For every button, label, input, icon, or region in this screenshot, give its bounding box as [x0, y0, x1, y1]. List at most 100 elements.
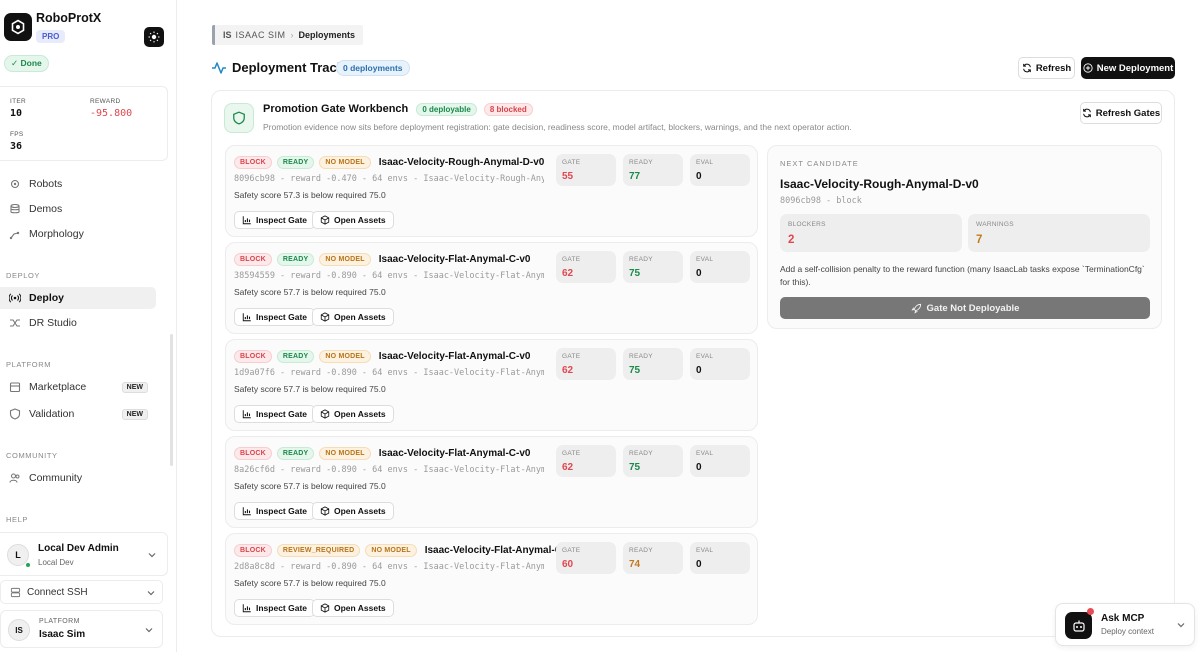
inspect-gate-button[interactable]: Inspect Gate	[234, 308, 316, 326]
sidebar-item-deploy[interactable]: Deploy	[0, 287, 156, 309]
ready-label: READY	[629, 450, 653, 457]
open-assets-label: Open Assets	[334, 506, 386, 516]
broadcast-icon	[9, 293, 21, 303]
shuffle-icon	[10, 319, 20, 327]
ready-value: 75	[629, 268, 641, 279]
ready-value: 75	[629, 462, 641, 473]
inspect-gate-label: Inspect Gate	[256, 312, 308, 322]
candidate-card[interactable]: BLOCK READY NO MODEL Isaac-Velocity-Flat-A…	[225, 339, 758, 431]
ready-tag: READY	[276, 253, 315, 266]
inspect-gate-button[interactable]: Inspect Gate	[234, 405, 316, 423]
ask-mcp-subtitle: Deploy context	[1101, 627, 1154, 636]
eval-value: 0	[696, 365, 702, 376]
sidebar-item-validation[interactable]: Validation NEW	[0, 403, 156, 425]
database-icon	[10, 203, 20, 214]
users-icon	[9, 473, 20, 483]
open-assets-button[interactable]: Open Assets	[312, 405, 394, 423]
platform-select[interactable]: IS PLATFORM Isaac Sim	[0, 610, 163, 648]
sidebar-item-marketplace[interactable]: Marketplace NEW	[0, 376, 156, 398]
inspect-gate-button[interactable]: Inspect Gate	[234, 211, 316, 229]
next-candidate-label: NEXT CANDIDATE	[780, 159, 859, 168]
breadcrumb-platform[interactable]: ISAAC SIM	[236, 30, 286, 40]
bar-chart-icon	[242, 410, 251, 419]
platform-label: PLATFORM	[39, 618, 80, 625]
open-assets-label: Open Assets	[334, 215, 386, 225]
gate-label: GATE	[562, 256, 581, 263]
connect-ssh-button[interactable]: Connect SSH	[0, 580, 163, 604]
iter-label: ITER	[10, 98, 27, 105]
refresh-button[interactable]: Refresh	[1018, 57, 1075, 79]
ready-label: READY	[629, 159, 653, 166]
ready-tag: READY	[276, 350, 315, 363]
server-icon	[10, 587, 21, 597]
inspect-gate-button[interactable]: Inspect Gate	[234, 502, 316, 520]
app-name: RoboProtX	[36, 11, 102, 25]
package-icon	[320, 409, 330, 419]
gate-metric: GATE 62	[556, 348, 616, 380]
open-assets-button[interactable]: Open Assets	[312, 599, 394, 617]
plus-circle-icon	[1083, 63, 1093, 73]
shield-icon	[9, 408, 21, 420]
sidebar-item-dr-studio[interactable]: DR Studio	[0, 312, 156, 334]
online-status-dot	[25, 562, 31, 568]
new-badge: NEW	[121, 408, 148, 420]
user-role: Local Dev	[38, 558, 74, 567]
bar-chart-icon	[242, 313, 251, 322]
package-icon	[320, 506, 330, 516]
eval-value: 0	[696, 462, 702, 473]
eval-metric: EVAL 0	[690, 542, 750, 574]
package-icon	[320, 312, 330, 322]
open-assets-button[interactable]: Open Assets	[312, 502, 394, 520]
user-name: Local Dev Admin	[38, 543, 119, 554]
sidebar-item-demos[interactable]: Demos	[0, 198, 156, 220]
inspect-gate-button[interactable]: Inspect Gate	[234, 599, 316, 617]
candidate-tags: BLOCK READY NO MODEL Isaac-Velocity-Rough-…	[234, 156, 544, 169]
candidate-name: Isaac-Velocity-Flat-Anymal-C-v0	[424, 545, 577, 556]
ready-value: 75	[629, 365, 641, 376]
candidate-safety: Safety score 57.7 is below required 75.0	[234, 578, 386, 588]
block-tag: BLOCK	[234, 156, 272, 169]
candidate-card[interactable]: BLOCK READY NO MODEL Isaac-Velocity-Flat-A…	[225, 242, 758, 334]
sidebar-scrollbar[interactable]	[170, 334, 173, 466]
chevron-down-icon	[147, 591, 155, 596]
open-assets-button[interactable]: Open Assets	[312, 308, 394, 326]
candidate-meta: 8a26cf6d - reward -0.890 - 64 envs - Isa…	[234, 465, 544, 475]
gear-icon	[10, 179, 20, 189]
refresh-gates-button[interactable]: Refresh Gates	[1080, 102, 1162, 124]
candidate-meta: 8096cb98 - reward -0.470 - 64 envs - Isa…	[234, 174, 544, 184]
inspect-gate-label: Inspect Gate	[256, 506, 308, 516]
app-logo-icon[interactable]	[4, 13, 32, 41]
ready-metric: READY 74	[623, 542, 683, 574]
theme-toggle-button[interactable]	[144, 27, 164, 47]
gate-value: 62	[562, 268, 574, 279]
activity-icon	[212, 62, 226, 74]
gate-metric: GATE 62	[556, 445, 616, 477]
refresh-gates-label: Refresh Gates	[1095, 107, 1161, 119]
candidate-card[interactable]: BLOCK READY NO MODEL Isaac-Velocity-Flat-A…	[225, 436, 758, 528]
candidate-meta: 2d8a8c8d - reward -0.890 - 64 envs - Isa…	[234, 562, 544, 572]
open-assets-button[interactable]: Open Assets	[312, 211, 394, 229]
ask-mcp-widget[interactable]: Ask MCP Deploy context	[1055, 603, 1195, 646]
sidebar-item-robots[interactable]: Robots	[0, 173, 156, 195]
chevron-down-icon	[145, 628, 153, 633]
new-deployment-button[interactable]: New Deployment	[1081, 57, 1175, 79]
sidebar-item-label: Morphology	[29, 228, 84, 240]
user-menu[interactable]: L Local Dev Admin Local Dev	[0, 532, 168, 576]
sidebar-item-community[interactable]: Community	[0, 467, 156, 489]
candidate-name: Isaac-Velocity-Rough-Anymal-D-v0	[378, 157, 545, 168]
gate-not-deployable-button[interactable]: Gate Not Deployable	[780, 297, 1150, 319]
open-assets-label: Open Assets	[334, 603, 386, 613]
eval-value: 0	[696, 268, 702, 279]
store-icon	[9, 382, 21, 393]
candidate-card[interactable]: BLOCK READY NO MODEL Isaac-Velocity-Rough-…	[225, 145, 758, 237]
block-tag: BLOCK	[234, 350, 272, 363]
eval-metric: EVAL 0	[690, 445, 750, 477]
candidate-card[interactable]: BLOCK REVIEW_REQUIRED NO MODEL Isaac-Veloc…	[225, 533, 758, 625]
no-model-tag: NO MODEL	[319, 447, 371, 460]
eval-label: EVAL	[696, 450, 714, 457]
sidebar-item-morphology[interactable]: Morphology	[0, 223, 156, 245]
bar-chart-icon	[242, 507, 251, 516]
eval-label: EVAL	[696, 353, 714, 360]
sidebar: RoboProtX PRO ✓ Done ITER 10 REWARD -95.…	[0, 0, 177, 652]
eval-label: EVAL	[696, 159, 714, 166]
